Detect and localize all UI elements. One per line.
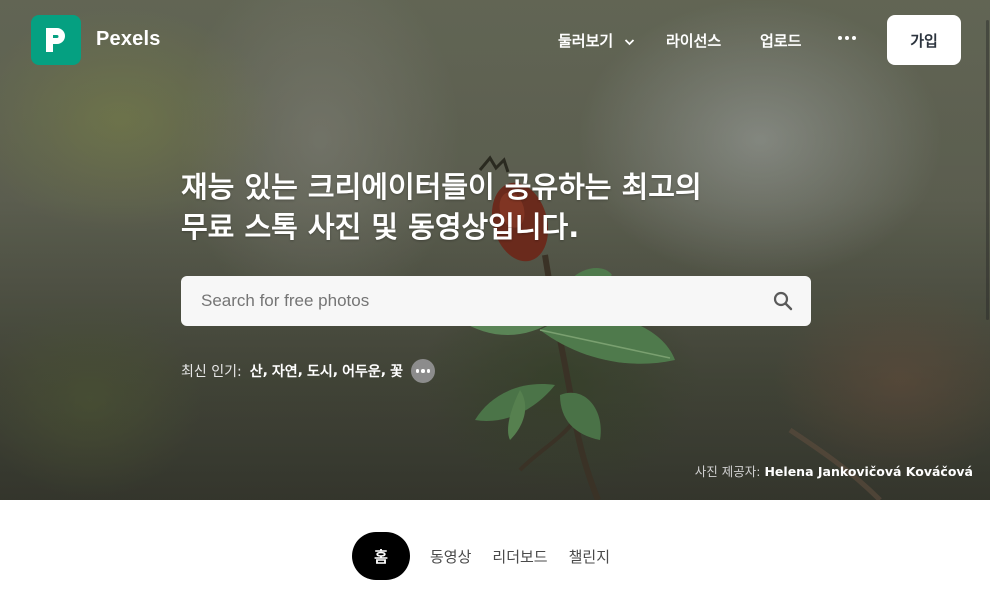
nav-explore-label: 둘러보기 xyxy=(558,32,614,50)
search-bar xyxy=(181,276,811,326)
headline-line-2: 무료 스톡 사진 및 동영상입니다. xyxy=(181,210,580,244)
trending-tag[interactable]: 산 xyxy=(250,361,263,381)
tag-separator: , xyxy=(297,363,303,379)
headline-line-1: 재능 있는 크리에이터들이 공유하는 최고의 xyxy=(181,170,702,204)
hero-headline: 재능 있는 크리에이터들이 공유하는 최고의 무료 스톡 사진 및 동영상입니다… xyxy=(181,167,801,247)
tab-leaderboard[interactable]: 리더보드 xyxy=(492,546,547,567)
pexels-logo-icon xyxy=(46,28,65,52)
scrollbar[interactable] xyxy=(986,20,989,320)
tab-videos[interactable]: 동영상 xyxy=(430,546,471,567)
join-button[interactable]: 가입 xyxy=(887,15,961,65)
pexels-logo[interactable] xyxy=(31,15,81,65)
credit-label: 사진 제공자: xyxy=(694,464,761,479)
tag-separator: , xyxy=(262,363,268,379)
chevron-down-icon xyxy=(625,38,635,45)
trending-label: 최신 인기: xyxy=(181,364,242,380)
hero-section: Pexels 둘러보기 라이선스 업로드 가입 재능 있는 크리에이터들이 공유… xyxy=(0,0,990,500)
nav-explore[interactable]: 둘러보기 xyxy=(558,30,635,51)
tag-separator: , xyxy=(332,363,339,379)
credit-photographer[interactable]: Helena Jankovičová Kováčová xyxy=(764,464,973,479)
hero-photo xyxy=(460,155,882,500)
more-menu-icon[interactable] xyxy=(838,36,856,40)
search-icon[interactable] xyxy=(773,291,793,311)
tab-challenges[interactable]: 챌린지 xyxy=(569,546,610,567)
nav-upload[interactable]: 업로드 xyxy=(760,30,801,51)
trending-tag[interactable]: 어두운 xyxy=(342,361,381,381)
trending-tag[interactable]: 도시 xyxy=(307,361,333,381)
trending-tag[interactable]: 꽃 xyxy=(390,361,403,381)
brand-name[interactable]: Pexels xyxy=(96,28,161,51)
tag-separator: , xyxy=(380,363,387,379)
content-tabs: 홈 동영상 리더보드 챌린지 xyxy=(352,532,610,580)
search-input[interactable] xyxy=(181,276,761,326)
tab-home[interactable]: 홈 xyxy=(352,532,410,580)
nav-license[interactable]: 라이선스 xyxy=(666,30,721,51)
more-tags-icon[interactable] xyxy=(410,359,435,383)
trending-tag[interactable]: 자연 xyxy=(272,361,298,381)
photo-credit[interactable]: 사진 제공자: Helena Jankovičová Kováčová xyxy=(695,461,973,480)
trending-searches: 최신 인기: 산, 자연, 도시, 어두운, 꽃 xyxy=(181,359,435,383)
